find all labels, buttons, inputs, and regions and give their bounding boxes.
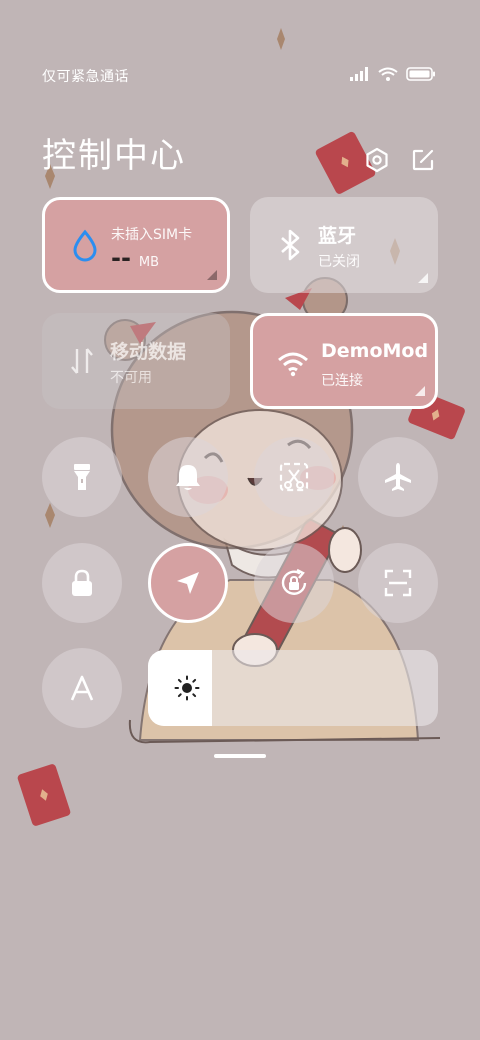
bluetooth-icon xyxy=(281,229,300,261)
bluetooth-tile[interactable]: 蓝牙 已关闭 xyxy=(250,197,438,293)
rotation-lock-toggle[interactable] xyxy=(254,543,334,623)
screenshot-toggle[interactable] xyxy=(254,437,334,517)
expand-corner-icon xyxy=(207,270,217,280)
data-usage-tile[interactable]: 未插入SIM卡 -- MB xyxy=(42,197,230,293)
airplane-icon xyxy=(385,463,411,491)
flashlight-toggle[interactable] xyxy=(42,437,122,517)
settings-button[interactable] xyxy=(362,145,392,175)
edit-button[interactable] xyxy=(408,145,438,175)
wifi-icon xyxy=(278,352,308,377)
sun-icon xyxy=(174,675,200,701)
mobile-data-label: 移动数据 xyxy=(110,341,187,363)
wifi-network-name: DemoMod xyxy=(321,340,427,362)
location-arrow-icon xyxy=(177,572,199,594)
rotation-lock-icon xyxy=(281,568,307,595)
lock-screen-toggle[interactable] xyxy=(42,543,122,623)
font-a-icon xyxy=(70,675,94,701)
lock-icon xyxy=(72,569,92,596)
expand-corner-icon xyxy=(418,273,428,283)
mute-toggle[interactable] xyxy=(148,437,228,517)
airplane-mode-toggle[interactable] xyxy=(358,437,438,517)
battery-icon xyxy=(406,66,436,85)
carrier-status-text: 仅可紧急通话 xyxy=(42,69,129,85)
scan-icon xyxy=(384,569,412,597)
settings-icon xyxy=(366,147,388,173)
mobile-data-tile[interactable]: 移动数据 不可用 xyxy=(42,313,230,409)
page-title: 控制中心 xyxy=(42,136,186,176)
scissors-icon xyxy=(279,462,309,492)
water-drop-icon xyxy=(73,229,97,262)
edit-icon xyxy=(412,149,434,171)
bluetooth-label: 蓝牙 xyxy=(318,225,357,247)
data-usage-value: -- xyxy=(111,244,131,272)
status-icons xyxy=(350,66,436,85)
font-size-toggle[interactable] xyxy=(42,648,122,728)
scanner-toggle[interactable] xyxy=(358,543,438,623)
expand-corner-icon xyxy=(415,386,425,396)
wifi-status: 已连接 xyxy=(321,373,363,389)
mobile-data-status: 不可用 xyxy=(110,370,152,386)
wifi-icon xyxy=(378,66,398,85)
location-toggle[interactable] xyxy=(148,543,228,623)
mobile-data-icon xyxy=(71,348,93,374)
flashlight-icon xyxy=(74,464,90,490)
home-indicator[interactable] xyxy=(214,754,266,758)
wifi-tile[interactable]: DemoMod 已连接 xyxy=(250,313,438,409)
signal-icon xyxy=(350,66,370,85)
brightness-slider[interactable] xyxy=(148,650,438,726)
bell-icon xyxy=(176,465,200,490)
data-usage-unit: MB xyxy=(138,255,160,270)
bluetooth-status: 已关闭 xyxy=(318,254,360,270)
data-usage-label: 未插入SIM卡 xyxy=(111,227,193,243)
